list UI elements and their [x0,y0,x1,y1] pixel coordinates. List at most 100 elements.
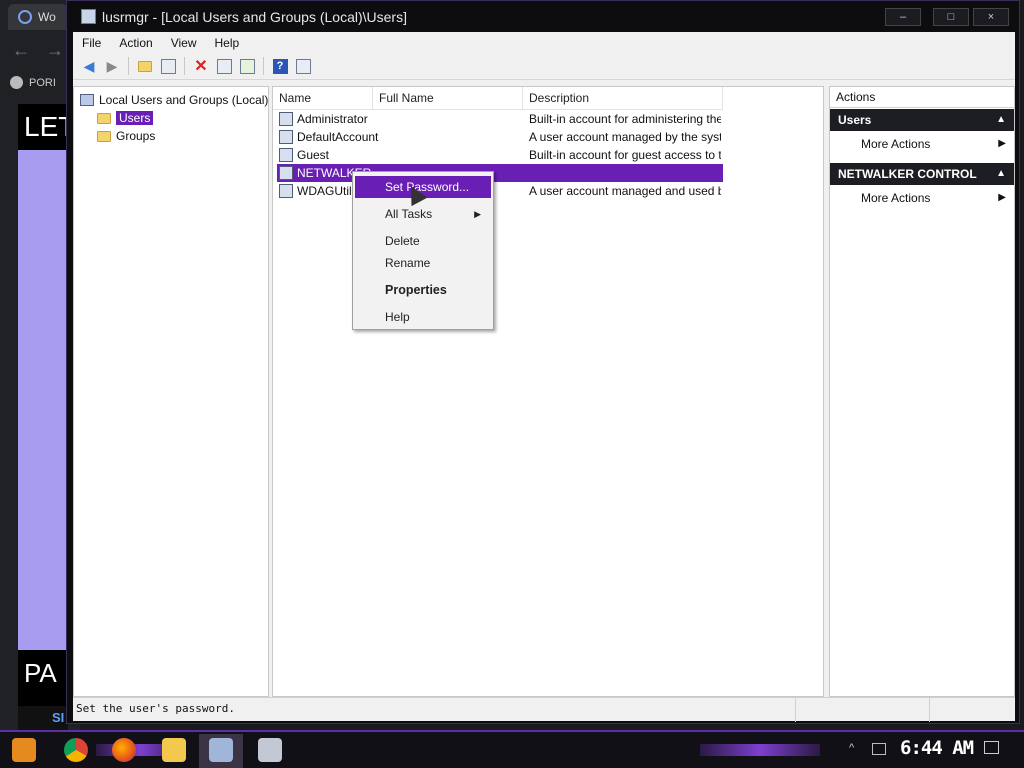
tree-item-groups[interactable]: Groups [97,129,155,143]
toolbar-separator [263,57,264,75]
back-icon[interactable]: ◀ [79,56,99,76]
file-explorer-icon[interactable] [162,738,186,762]
toolbar-separator [184,57,185,75]
firefox-icon[interactable] [112,738,136,762]
table-row[interactable]: DefaultAccount A user account managed by… [277,128,723,146]
browser-page [18,104,68,650]
show-hidden-icons-icon[interactable]: ^ [849,742,854,754]
bookmark-label: PORI [29,76,56,89]
browser-back-icon[interactable]: ← [12,40,30,61]
collapse-up-icon[interactable]: ▲ [996,163,1006,185]
network-icon[interactable] [872,743,886,755]
notification-icon[interactable] [984,741,999,754]
menu-file[interactable]: File [73,36,110,50]
table-row[interactable]: Guest Built-in account for guest access … [277,146,723,164]
status-bar: Set the user's password. [73,697,1015,722]
lusrmgr-window: lusrmgr - [Local Users and Groups (Local… [66,0,1020,724]
menu-bar: File Action View Help [73,32,1015,53]
bookmark-icon [10,76,23,89]
browser-forward-icon[interactable]: → [46,40,64,61]
user-name: DefaultAccount [297,130,379,144]
computer-users-icon [80,94,94,106]
user-icon [279,148,293,162]
more-actions-netwalker[interactable]: More Actions ▶ [830,188,1014,208]
tree-item-label: Groups [116,129,156,143]
more-actions-label: More Actions [861,191,931,205]
page-heading: LET [18,104,68,150]
up-folder-icon[interactable] [135,56,155,76]
column-header-description[interactable]: Description [523,87,723,109]
column-header-name[interactable]: Name [273,87,373,109]
action-group-users[interactable]: Users ▲ [830,109,1014,131]
user-description: A user account managed by the syst... [529,130,721,144]
computer-management-icon[interactable] [209,738,233,762]
taskbar: ^ 6:44 AM [0,730,1024,768]
export-list-icon[interactable] [237,56,257,76]
show-hide-action-pane-icon[interactable] [293,56,313,76]
actions-title: Actions [830,87,1014,108]
more-actions-users[interactable]: More Actions ▶ [830,134,1014,154]
user-icon [279,166,293,180]
tree-root[interactable]: Local Users and Groups (Local) [80,93,268,107]
actions-pane: Actions Users ▲ More Actions ▶ NETWALKER… [829,86,1015,697]
column-header-full-name[interactable]: Full Name [373,87,523,109]
collapse-up-icon[interactable]: ▲ [996,109,1006,131]
show-hide-tree-icon[interactable] [158,56,178,76]
app-icon [81,9,96,24]
close-button[interactable]: × [973,8,1009,26]
list-header: Name Full Name Description [273,87,723,110]
status-text: Set the user's password. [76,702,235,715]
menu-help[interactable]: Help [206,36,249,50]
user-description: Built-in account for guest access to th.… [529,148,721,162]
forward-icon[interactable]: ▶ [102,56,122,76]
minimize-button[interactable]: – [885,8,921,26]
folder-icon [97,130,111,142]
user-name: Guest [297,148,330,162]
table-row[interactable]: WDAGUtilityA A user account managed and … [277,182,723,200]
page-footer-link[interactable]: SI [18,706,68,730]
tree-pane: Local Users and Groups (Local) Users Gro… [73,86,269,697]
action-group-label: NETWALKER CONTROL [838,167,977,181]
clock[interactable]: 6:44 AM [900,737,974,759]
taskbar-decoration [700,744,820,756]
folder-icon [97,112,111,124]
menu-view[interactable]: View [162,36,206,50]
menu-item-rename[interactable]: Rename [355,252,491,274]
menu-item-label: All Tasks [385,207,433,221]
menu-item-delete[interactable]: Delete [355,230,491,252]
user-description: A user account managed and used b... [529,184,721,198]
status-divider [795,698,796,722]
tree-root-label: Local Users and Groups (Local) [99,93,269,107]
user-description: Built-in account for administering the .… [529,112,721,126]
start-icon[interactable] [12,738,36,762]
window-title: lusrmgr - [Local Users and Groups (Local… [102,8,407,25]
properties-icon[interactable] [214,56,234,76]
action-group-netwalker[interactable]: NETWALKER CONTROL ▲ [830,163,1014,185]
bookmark-item[interactable]: PORI [10,76,56,89]
action-group-label: Users [838,113,872,127]
maximize-button[interactable]: □ [933,8,969,26]
table-row[interactable]: Administrator Built-in account for admin… [277,110,723,128]
browser-tab[interactable]: Wo [8,4,68,30]
submenu-arrow-icon: ▶ [998,138,1006,149]
submenu-arrow-icon: ▶ [474,209,481,219]
user-icon [279,184,293,198]
page-footer: PA [18,650,68,706]
delete-icon[interactable]: ✕ [191,56,211,76]
toolbar: ◀ ▶ ✕ ? [73,53,1015,80]
browser-tab-label: Wo [38,10,56,24]
toolbar-separator [128,57,129,75]
performance-monitor-icon[interactable] [258,738,282,762]
title-bar[interactable]: lusrmgr - [Local Users and Groups (Local… [67,1,1019,32]
menu-item-help[interactable]: Help [355,306,491,328]
help-icon[interactable]: ? [270,56,290,76]
menu-item-properties[interactable]: Properties [355,279,491,301]
user-icon [279,112,293,126]
user-icon [279,130,293,144]
tree-item-users[interactable]: Users [97,111,154,125]
menu-item-all-tasks[interactable]: All Tasks ▶ [355,203,491,225]
chrome-icon[interactable] [64,738,88,762]
submenu-arrow-icon: ▶ [998,192,1006,203]
menu-action[interactable]: Action [110,36,161,50]
table-row-selected[interactable]: NETWALKER [277,164,723,182]
